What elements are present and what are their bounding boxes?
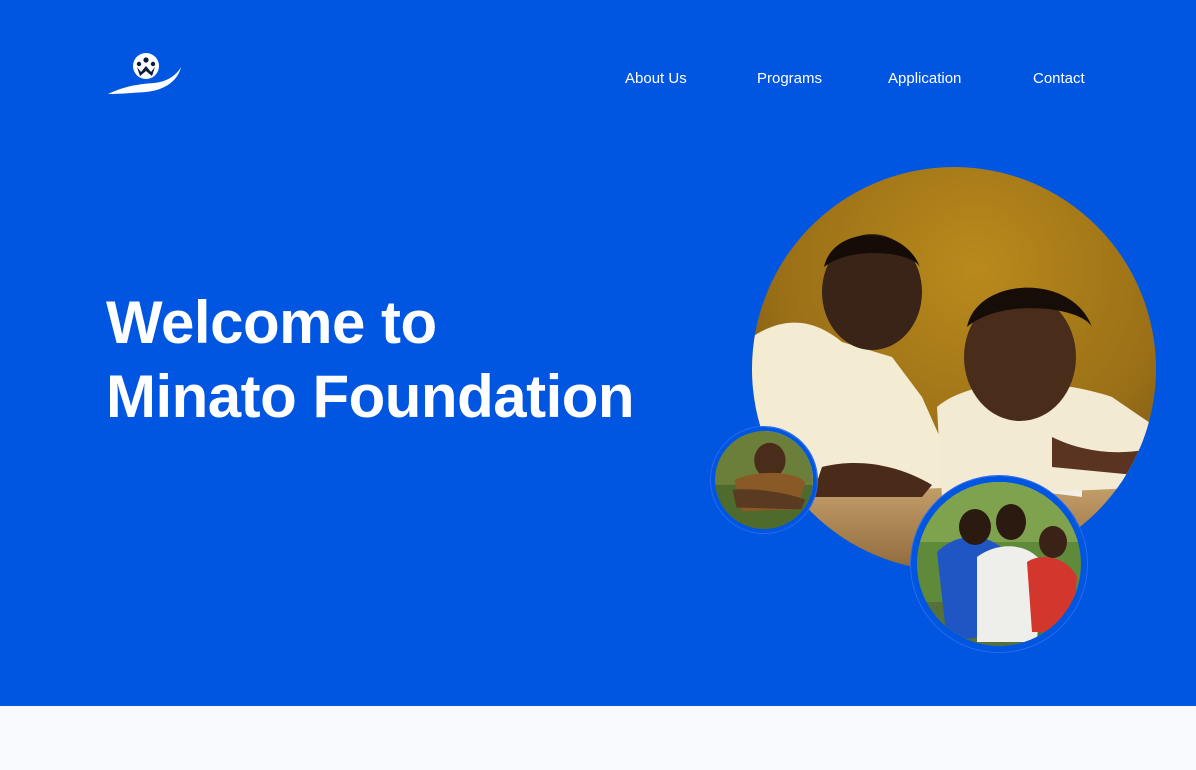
content-section	[0, 706, 1196, 770]
nav-contact[interactable]: Contact	[1033, 68, 1085, 90]
main-nav: About Us Programs Application Contact	[0, 68, 1196, 90]
children-hugging-photo	[911, 476, 1087, 652]
nav-about-us[interactable]: About Us	[625, 68, 687, 90]
headline-line-1: Welcome to	[106, 289, 437, 356]
hero-headline: Welcome to Minato Foundation	[106, 286, 635, 434]
headline-line-2: Minato Foundation	[106, 363, 635, 430]
smiling-boy-photo	[711, 427, 817, 533]
nav-programs[interactable]: Programs	[757, 68, 822, 90]
nav-application[interactable]: Application	[888, 68, 961, 90]
hero-section: About Us Programs Application Contact We…	[0, 0, 1196, 706]
